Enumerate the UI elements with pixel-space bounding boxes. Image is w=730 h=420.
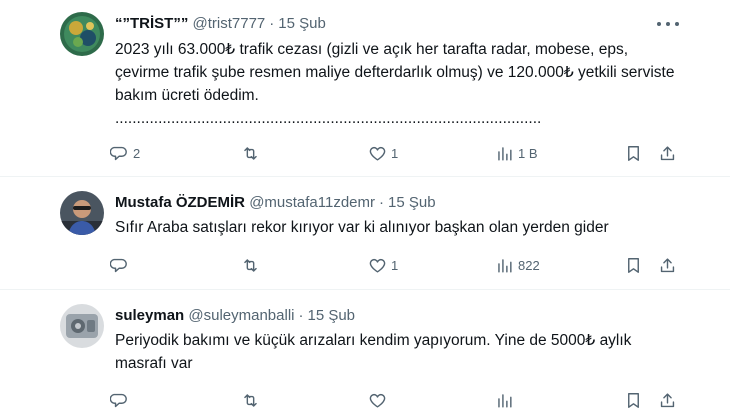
views-button[interactable]: 822 — [495, 253, 540, 277]
bookmark-button[interactable] — [624, 388, 643, 412]
display-name[interactable]: Mustafa ÖZDEMİR — [115, 194, 245, 211]
tweet-text: Sıfır Araba satışları rekor kırıyor var … — [115, 219, 609, 236]
bookmark-icon — [628, 257, 639, 273]
reply-icon — [110, 393, 127, 407]
views-chart-icon — [498, 393, 512, 408]
views-count: 1 B — [518, 145, 538, 161]
like-button[interactable]: 1 — [368, 253, 398, 277]
share-button[interactable] — [658, 141, 677, 165]
separator-dot: · — [298, 307, 304, 324]
heart-icon — [369, 393, 386, 408]
timestamp[interactable]: 15 Şub — [388, 194, 436, 211]
tweet[interactable]: Mustafa ÖZDEMİR @mustafa11zdemr · 15 Şub S… — [0, 177, 730, 289]
share-button[interactable] — [658, 388, 677, 412]
like-button[interactable]: 1 — [368, 141, 398, 165]
tweet[interactable]: suleyman @suleymanballi · 15 Şub Periyodik… — [0, 290, 730, 420]
heart-icon — [369, 146, 386, 161]
tweet-actions — [110, 388, 690, 412]
more-icon-dot — [657, 22, 661, 26]
handle[interactable]: @suleymanballi — [188, 307, 294, 324]
reply-button[interactable]: 2 — [110, 141, 140, 165]
views-count: 822 — [518, 257, 540, 273]
tweet-header: Mustafa ÖZDEMİR @mustafa11zdemr · 15 Şub — [115, 193, 436, 213]
tweet-text: Periyodik bakımı ve küçük arızaları kend… — [115, 332, 636, 372]
retweet-icon — [244, 146, 257, 160]
bookmark-icon — [628, 392, 639, 408]
like-count: 1 — [391, 257, 399, 273]
timestamp[interactable]: 15 Şub — [307, 307, 355, 324]
like-button[interactable] — [368, 388, 391, 412]
share-button[interactable] — [658, 253, 677, 277]
display-name[interactable]: suleyman — [115, 307, 184, 324]
reply-icon — [110, 146, 127, 160]
timestamp[interactable]: 15 Şub — [278, 15, 326, 32]
separator-dot: · — [269, 15, 275, 32]
share-icon — [660, 257, 675, 272]
views-chart-icon — [498, 146, 512, 161]
avatar[interactable] — [60, 304, 104, 348]
reply-count: 2 — [133, 145, 141, 161]
avatar[interactable] — [60, 12, 104, 56]
bookmark-button[interactable] — [624, 253, 643, 277]
handle[interactable]: @mustafa11zdemr — [249, 194, 375, 211]
more-icon-dot — [675, 22, 679, 26]
retweet-icon — [244, 393, 257, 407]
display-name[interactable]: “”TRİST”” — [115, 15, 193, 32]
heart-icon — [369, 258, 386, 273]
avatar[interactable] — [60, 191, 104, 235]
handle[interactable]: @trist7777 — [193, 15, 266, 32]
reply-button[interactable] — [110, 388, 133, 412]
like-count: 1 — [391, 145, 399, 161]
bookmark-button[interactable] — [624, 141, 643, 165]
retweet-button[interactable] — [241, 253, 264, 277]
tweet-actions: 1 822 — [110, 253, 690, 277]
share-icon — [660, 392, 675, 407]
separator-dot: · — [379, 194, 385, 211]
tweet-header: suleyman @suleymanballi · 15 Şub — [115, 306, 355, 326]
retweet-button[interactable] — [241, 141, 264, 165]
retweet-button[interactable] — [241, 388, 264, 412]
tweet-text: 2023 yılı 63.000₺ trafik cezası (gizli v… — [115, 41, 675, 127]
tweet-actions: 2 1 1 B — [110, 141, 690, 165]
more-options-button[interactable] — [654, 17, 682, 31]
reply-icon — [110, 258, 127, 272]
tweet[interactable]: “”TRİST”” @trist7777 · 15 Şub 2023 yılı 63… — [0, 0, 730, 176]
retweet-icon — [244, 258, 257, 272]
bookmark-icon — [628, 145, 639, 161]
share-icon — [660, 145, 675, 160]
views-button[interactable] — [495, 388, 518, 412]
views-chart-icon — [498, 258, 512, 273]
reply-button[interactable] — [110, 253, 133, 277]
views-button[interactable]: 1 B — [495, 141, 538, 165]
more-icon-dot — [666, 22, 670, 26]
tweet-header: “”TRİST”” @trist7777 · 15 Şub — [115, 14, 326, 34]
